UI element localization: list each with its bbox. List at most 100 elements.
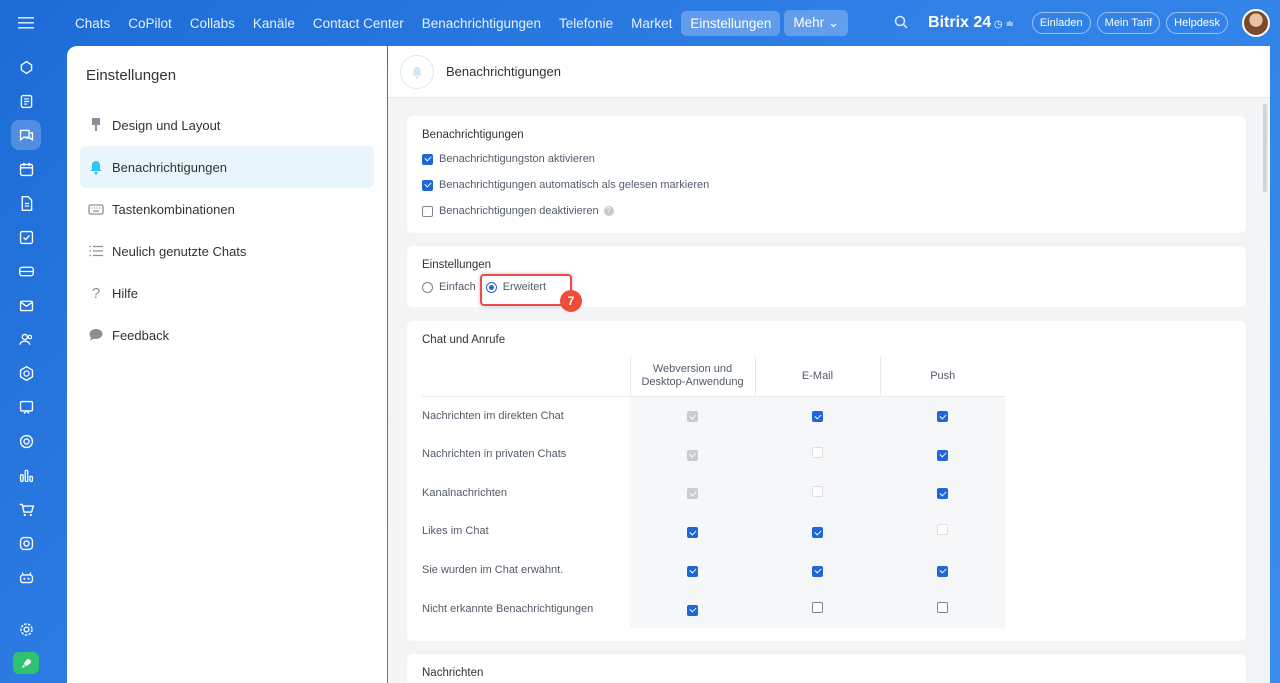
avatar[interactable] — [1242, 9, 1270, 37]
keyboard-icon — [88, 201, 104, 217]
mail-icon[interactable] — [11, 290, 41, 320]
checkbox[interactable] — [937, 565, 948, 577]
checkbox[interactable] — [937, 601, 948, 613]
document-icon[interactable] — [11, 188, 41, 218]
option-label: Benachrichtigungen automatisch als geles… — [439, 179, 710, 191]
matrix-row: Nachrichten in privaten Chats — [422, 434, 1005, 474]
checkbox[interactable] — [812, 565, 823, 577]
scrollbar[interactable] — [1263, 104, 1267, 192]
goals-icon[interactable] — [11, 426, 41, 456]
matrix-cell — [880, 589, 1005, 629]
tasks-icon[interactable] — [11, 222, 41, 252]
radio-simple[interactable] — [422, 281, 433, 293]
search-icon[interactable] — [894, 15, 914, 32]
matrix-cell — [880, 550, 1005, 590]
nav-contact-center[interactable]: Contact Center — [304, 11, 413, 36]
top-nav: Chats CoPilot Collabs Kanäle Contact Cen… — [66, 10, 849, 36]
notifications-card: Benachrichtigungen Benachrichtigungston … — [407, 116, 1246, 233]
checkbox[interactable] — [687, 527, 698, 539]
checkbox[interactable] — [937, 411, 948, 423]
checkbox[interactable] — [937, 449, 948, 461]
messages-card: Nachrichten — [407, 654, 1246, 683]
matrix-header-empty — [422, 356, 630, 397]
matrix-cell — [880, 473, 1005, 513]
nav-more[interactable]: Mehr ⌄ — [784, 10, 849, 36]
card-title: Chat und Anrufe — [422, 334, 506, 346]
helpdesk-button[interactable]: Helpdesk — [1166, 12, 1228, 34]
chat-icon[interactable] — [11, 120, 41, 150]
settings-title: Einstellungen — [86, 67, 177, 84]
checkbox[interactable] — [422, 205, 433, 217]
analytics-icon[interactable] — [11, 460, 41, 490]
nav-market[interactable]: Market — [622, 11, 681, 36]
checkbox[interactable] — [812, 527, 823, 539]
training-icon[interactable] — [11, 392, 41, 422]
menu-item-recent-chats[interactable]: Neulich genutzte Chats — [80, 230, 374, 272]
nav-benachrichtigungen[interactable]: Benachrichtigungen — [413, 11, 550, 36]
checkbox — [687, 411, 698, 423]
menu-item-design[interactable]: Design und Layout — [80, 104, 374, 146]
list-icon — [88, 243, 104, 259]
contacts-icon[interactable] — [11, 324, 41, 354]
shop-icon[interactable] — [11, 494, 41, 524]
top-bar: Chats CoPilot Collabs Kanäle Contact Cen… — [66, 8, 1270, 38]
bell-icon — [400, 54, 434, 89]
matrix-row: Nachrichten im direkten Chat — [422, 396, 1005, 435]
row-label: Nicht erkannte Benachrichtigungen — [422, 602, 594, 615]
invite-button[interactable]: Einladen — [1031, 12, 1091, 34]
option-auto-read[interactable]: Benachrichtigungen automatisch als geles… — [422, 172, 709, 198]
crm-icon[interactable] — [11, 256, 41, 286]
nav-collabs[interactable]: Collabs — [181, 11, 244, 36]
matrix-cell — [880, 396, 1005, 435]
checkbox[interactable] — [812, 411, 823, 423]
tariff-button[interactable]: Mein Tarif — [1096, 12, 1161, 34]
menu-item-help[interactable]: ? Hilfe — [80, 272, 374, 314]
matrix-cell — [630, 434, 755, 474]
menu-item-feedback[interactable]: Feedback — [80, 314, 374, 356]
checkbox[interactable] — [937, 488, 948, 500]
checkbox[interactable] — [687, 604, 698, 616]
checkbox[interactable] — [687, 565, 698, 577]
brush-icon — [88, 117, 104, 133]
nav-einstellungen[interactable]: Einstellungen — [681, 10, 781, 36]
menu-icon[interactable] — [13, 12, 39, 34]
checkbox[interactable] — [812, 601, 823, 613]
card-title: Nachrichten — [422, 667, 484, 679]
column-header-email: E-Mail — [754, 356, 880, 397]
matrix-cell — [630, 512, 755, 551]
matrix-row: Nicht erkannte Benachrichtigungen — [422, 589, 1005, 629]
calendar-icon[interactable] — [11, 154, 41, 184]
menu-item-label: Design und Layout — [112, 117, 221, 133]
clock-icon: ◷ ≐ — [991, 19, 1014, 30]
sites-icon[interactable] — [11, 358, 41, 388]
matrix-row: Likes im Chat — [422, 512, 1005, 551]
menu-item-shortcuts[interactable]: Tastenkombinationen — [80, 188, 374, 230]
copilot-icon[interactable] — [11, 52, 41, 82]
settings-icon[interactable] — [11, 614, 41, 644]
nav-chats[interactable]: Chats — [66, 11, 119, 36]
option-disable[interactable]: Benachrichtigungen deaktivieren ? — [422, 198, 709, 224]
help-icon[interactable]: ? — [603, 206, 614, 216]
checkbox[interactable] — [422, 153, 433, 165]
nav-copilot[interactable]: CoPilot — [119, 11, 181, 36]
menu-item-label: Neulich genutzte Chats — [112, 243, 247, 259]
highlight-box — [480, 274, 572, 306]
row-label: Likes im Chat — [422, 525, 489, 538]
feed-icon[interactable] — [11, 86, 41, 116]
menu-item-notifications[interactable]: Benachrichtigungen — [80, 146, 374, 188]
nav-kanaele[interactable]: Kanäle — [244, 11, 304, 36]
option-sound[interactable]: Benachrichtigungston aktivieren — [422, 146, 709, 172]
matrix-cell — [630, 589, 755, 629]
nav-telefonie[interactable]: Telefonie — [550, 11, 622, 36]
card-title: Einstellungen — [422, 259, 492, 271]
checkbox[interactable] — [422, 179, 433, 191]
speech-bubble-icon — [88, 327, 104, 343]
checkbox — [687, 449, 698, 461]
rocket-icon[interactable] — [13, 652, 39, 674]
notification-matrix: Webversion und Desktop-Anwendung E-Mail … — [422, 356, 1005, 629]
settings-menu: Design und Layout Benachrichtigungen Tas… — [67, 104, 387, 356]
automation-icon[interactable] — [11, 528, 41, 558]
checkbox — [937, 524, 948, 536]
bot-icon[interactable] — [11, 562, 41, 592]
matrix-cell — [880, 434, 1005, 474]
